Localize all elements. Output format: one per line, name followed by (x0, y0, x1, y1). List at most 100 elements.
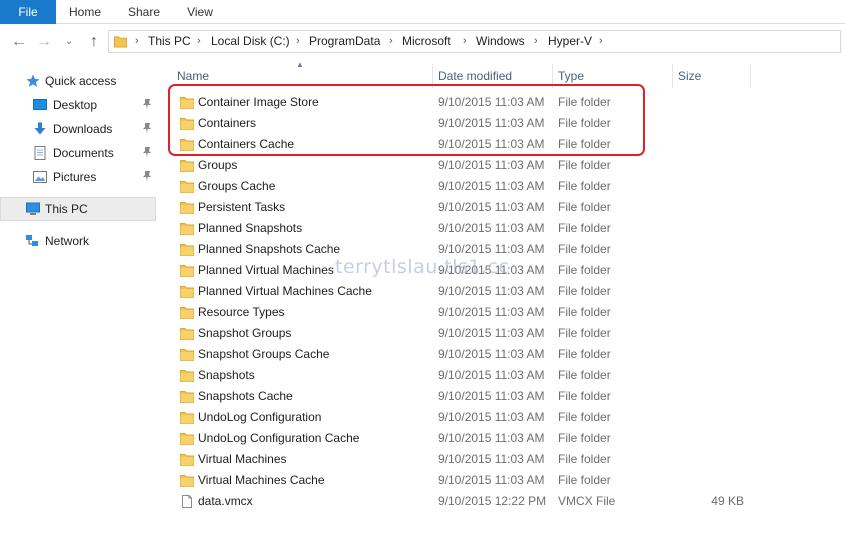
file-name: Containers (198, 116, 257, 130)
table-row[interactable]: Snapshots 9/10/2015 11:03 AM File folder (160, 365, 760, 386)
breadcrumb-programdata[interactable]: ProgramData (309, 31, 380, 52)
recent-locations-button[interactable]: ⌄ (62, 24, 76, 60)
pin-icon[interactable] (141, 146, 153, 158)
file-size (678, 281, 744, 302)
file-name: Container Image Store (198, 95, 319, 109)
file-name: data.vmcx (198, 494, 253, 508)
folder-icon (180, 349, 194, 361)
tab-home[interactable]: Home (58, 0, 112, 24)
tab-file[interactable]: File (0, 0, 56, 24)
breadcrumb-hyper-v[interactable]: Hyper-V (548, 31, 592, 52)
table-row[interactable]: Planned Virtual Machines Cache 9/10/2015 … (160, 281, 760, 302)
table-row[interactable]: UndoLog Configuration Cache 9/10/2015 11:… (160, 428, 760, 449)
file-date-modified: 9/10/2015 11:03 AM (438, 200, 545, 214)
back-button[interactable]: ← (9, 24, 29, 60)
file-type: File folder (558, 326, 611, 340)
column-header-name[interactable]: Name (177, 64, 209, 88)
chevron-down-icon: ⌄ (64, 36, 74, 47)
table-row[interactable]: UndoLog Configuration 9/10/2015 11:03 AM F… (160, 407, 760, 428)
file-size (678, 470, 744, 491)
file-name: Groups (198, 158, 238, 172)
column-header-size[interactable]: Size (678, 64, 701, 88)
column-header-type[interactable]: Type (558, 64, 584, 88)
file-type: File folder (558, 179, 611, 193)
folder-icon (180, 286, 194, 298)
sidebar-item-desktop[interactable]: Desktop (0, 94, 156, 116)
folder-icon (180, 118, 194, 130)
breadcrumb-separator-icon[interactable]: › (296, 31, 300, 52)
file-icon (182, 495, 192, 508)
pin-icon[interactable] (141, 122, 153, 134)
sidebar-item-network[interactable]: Network (0, 230, 156, 252)
pin-icon[interactable] (141, 98, 153, 110)
file-type: File folder (558, 242, 611, 256)
sidebar-item-quick-access[interactable]: Quick access (0, 70, 156, 92)
file-name: Snapshots Cache (198, 389, 293, 403)
folder-icon (180, 475, 194, 487)
sidebar-item-label: Downloads (53, 122, 113, 136)
file-name: Containers Cache (198, 137, 295, 151)
table-row[interactable]: Groups 9/10/2015 11:03 AM File folder (160, 155, 760, 176)
table-row[interactable]: Snapshot Groups 9/10/2015 11:03 AM File fo… (160, 323, 760, 344)
file-size (678, 386, 744, 407)
table-row[interactable]: Persistent Tasks 9/10/2015 11:03 AM File f… (160, 197, 760, 218)
file-size (678, 113, 744, 134)
file-type: File folder (558, 473, 611, 487)
column-divider[interactable] (750, 64, 751, 88)
tab-view[interactable]: View (176, 0, 224, 24)
file-date-modified: 9/10/2015 11:03 AM (438, 221, 545, 235)
breadcrumb-separator-icon[interactable]: › (599, 31, 603, 52)
table-row[interactable]: Snapshots Cache 9/10/2015 11:03 AM File fo… (160, 386, 760, 407)
folder-icon (180, 265, 194, 277)
breadcrumb-this-pc[interactable]: This PC (148, 31, 191, 52)
forward-button[interactable]: → (34, 24, 54, 60)
folder-icon (180, 160, 194, 172)
table-row[interactable]: Virtual Machines 9/10/2015 11:03 AM File f… (160, 449, 760, 470)
file-type: File folder (558, 95, 611, 109)
file-date-modified: 9/10/2015 11:03 AM (438, 431, 545, 445)
ribbon: File Home Share View (0, 0, 845, 24)
file-type: File folder (558, 368, 611, 382)
table-row[interactable]: Snapshot Groups Cache 9/10/2015 11:03 AM F… (160, 344, 760, 365)
pin-icon[interactable] (141, 170, 153, 182)
file-date-modified: 9/10/2015 11:03 AM (438, 452, 545, 466)
column-divider[interactable] (552, 64, 553, 88)
column-divider[interactable] (432, 64, 433, 88)
file-type: VMCX File (558, 494, 616, 508)
column-divider[interactable] (672, 64, 673, 88)
arrow-up-icon: ↑ (90, 33, 98, 50)
breadcrumb-separator-icon[interactable]: › (463, 31, 467, 52)
breadcrumb-windows[interactable]: Windows (476, 31, 525, 52)
table-row[interactable]: Containers 9/10/2015 11:03 AM File folder (160, 113, 760, 134)
address-bar[interactable]: › This PC › Local Disk (C:) › ProgramDat… (108, 30, 841, 53)
table-row[interactable]: Containers Cache 9/10/2015 11:03 AM File f… (160, 134, 760, 155)
breadcrumb-microsoft[interactable]: Microsoft (402, 31, 451, 52)
up-button[interactable]: ↑ (84, 24, 104, 60)
sidebar-item-pictures[interactable]: Pictures (0, 166, 156, 188)
sidebar-item-this-pc[interactable]: This PC (0, 197, 156, 221)
table-row[interactable]: Planned Snapshots 9/10/2015 11:03 AM File … (160, 218, 760, 239)
table-row[interactable]: Resource Types 9/10/2015 11:03 AM File fol… (160, 302, 760, 323)
table-row[interactable]: data.vmcx 9/10/2015 12:22 PM VMCX File 49 K… (160, 491, 760, 512)
breadcrumb-local-disk[interactable]: Local Disk (C:) (211, 31, 290, 52)
file-date-modified: 9/10/2015 11:03 AM (438, 410, 545, 424)
folder-icon (180, 391, 194, 403)
folder-icon (180, 202, 194, 214)
sidebar-item-documents[interactable]: Documents (0, 142, 156, 164)
tab-share[interactable]: Share (116, 0, 172, 24)
file-type: File folder (558, 263, 611, 277)
breadcrumb-separator-icon[interactable]: › (197, 31, 201, 52)
file-size (678, 92, 744, 113)
breadcrumb-separator-icon[interactable]: › (534, 31, 538, 52)
folder-icon (180, 139, 194, 151)
breadcrumb-separator-icon[interactable]: › (135, 31, 139, 52)
file-size (678, 239, 744, 260)
sidebar-item-label: Pictures (53, 170, 97, 184)
column-header-date-modified[interactable]: Date modified (438, 64, 512, 88)
file-size (678, 176, 744, 197)
table-row[interactable]: Groups Cache 9/10/2015 11:03 AM File folde… (160, 176, 760, 197)
table-row[interactable]: Container Image Store 9/10/2015 11:03 AM F… (160, 92, 760, 113)
breadcrumb-separator-icon[interactable]: › (389, 31, 393, 52)
sidebar-item-downloads[interactable]: Downloads (0, 118, 156, 140)
table-row[interactable]: Virtual Machines Cache 9/10/2015 11:03 AM… (160, 470, 760, 491)
